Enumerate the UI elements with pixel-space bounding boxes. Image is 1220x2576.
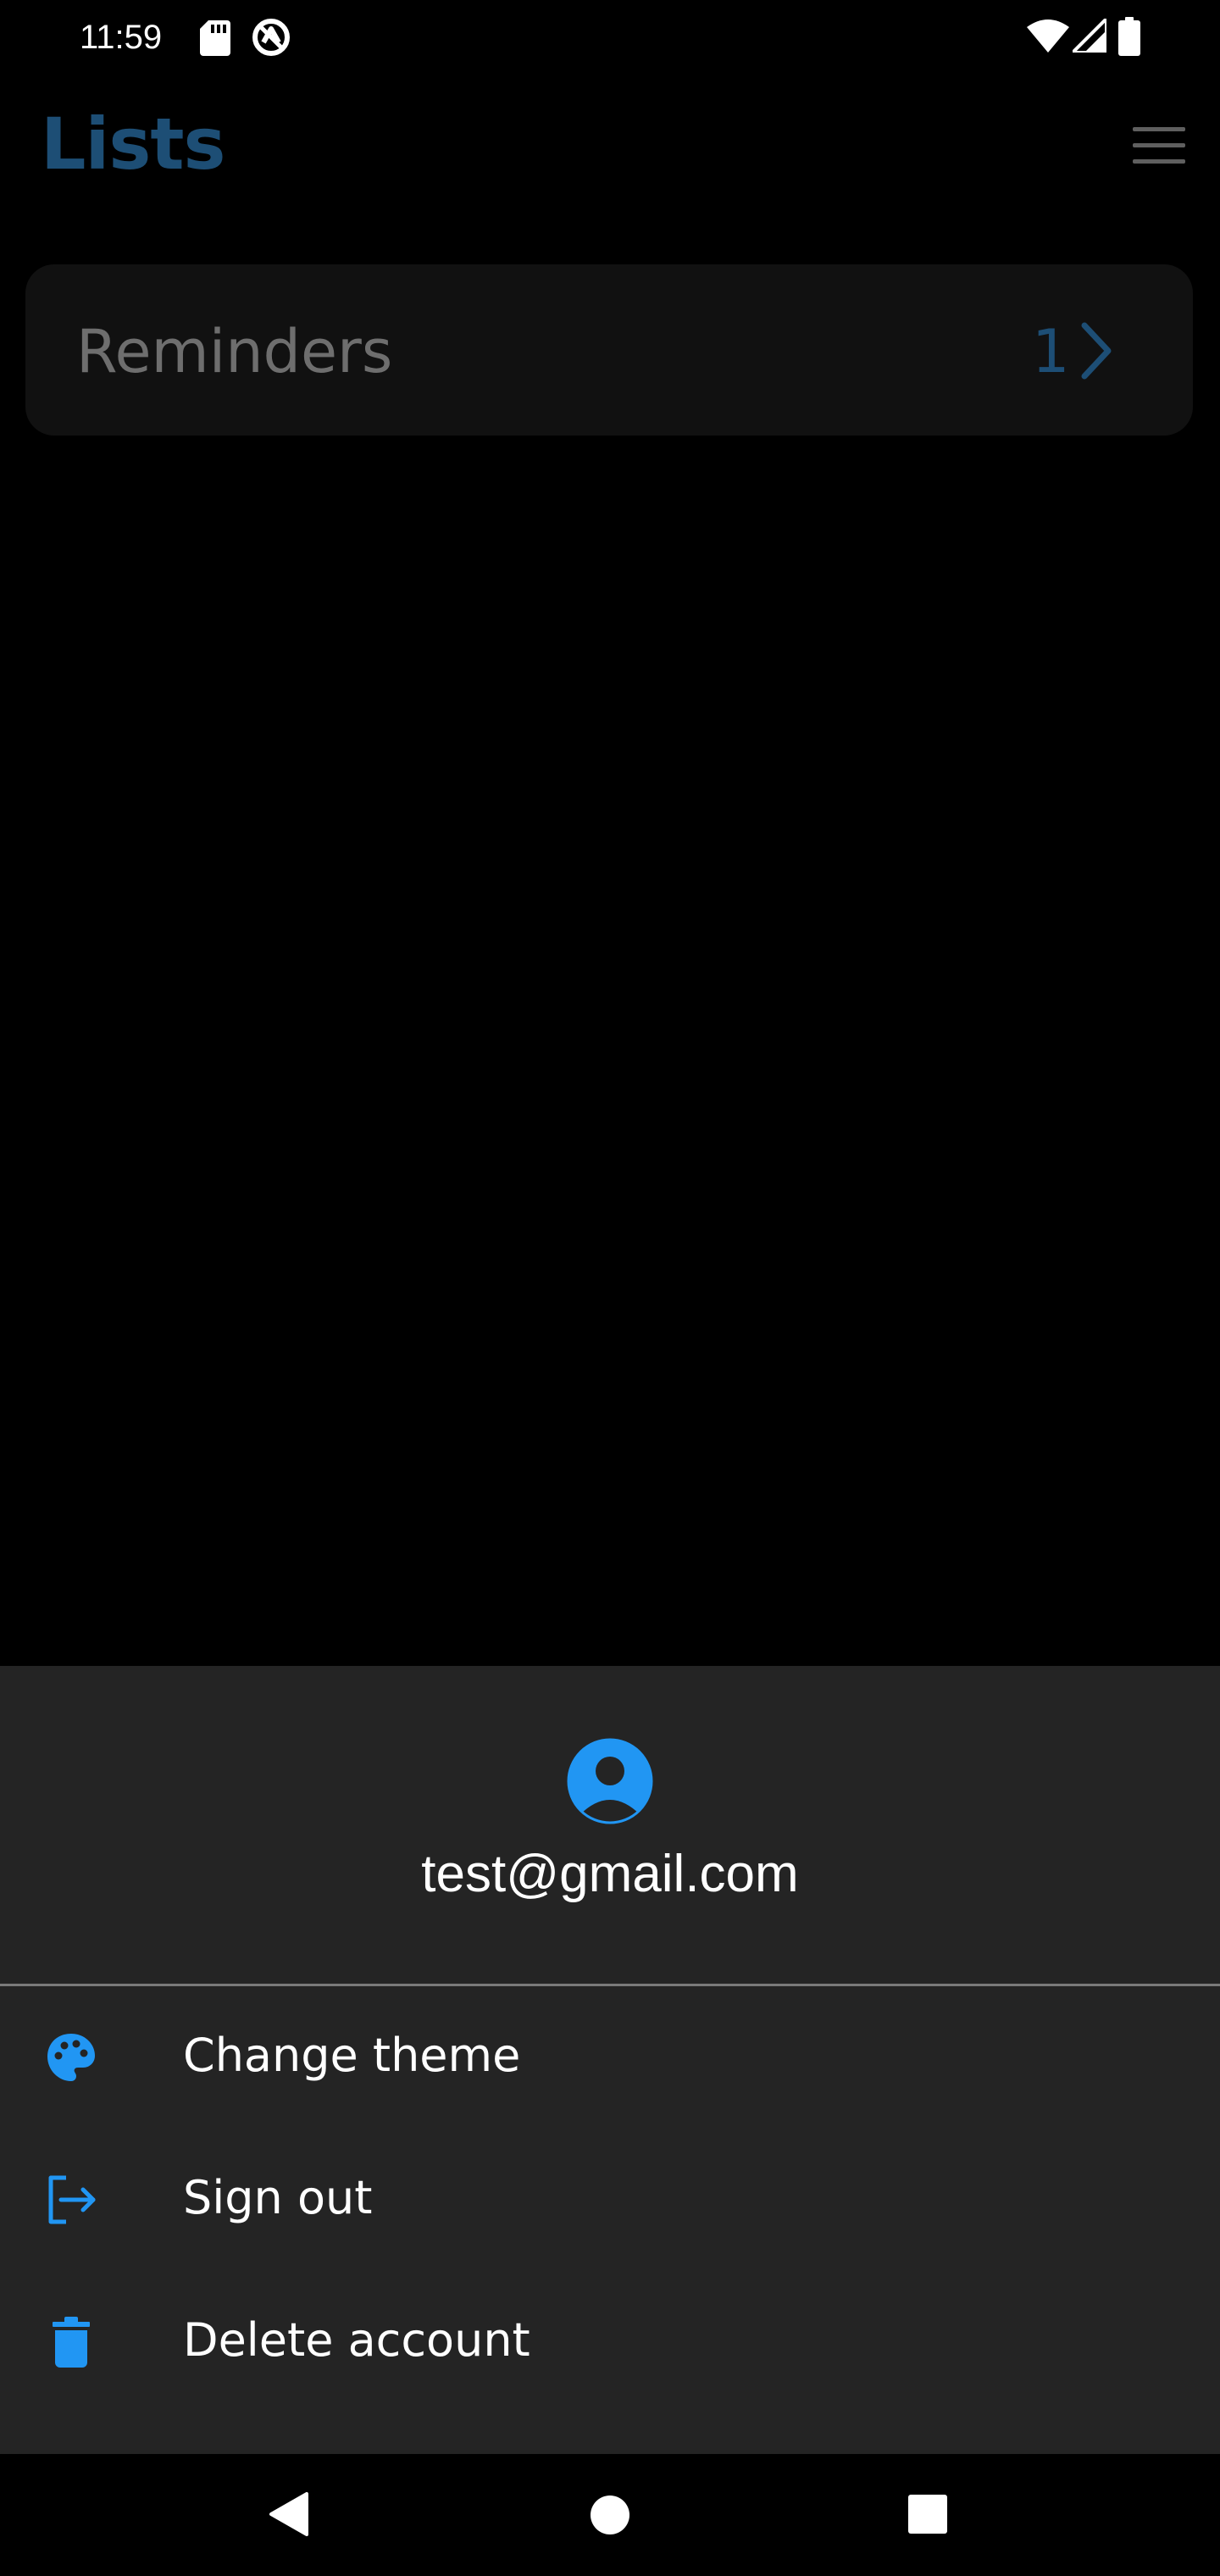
sign-out-button[interactable]: Sign out — [0, 2127, 1220, 2269]
page-title: Lists — [41, 103, 225, 186]
wifi-icon — [1027, 19, 1069, 53]
menu-button[interactable] — [1117, 112, 1201, 180]
status-time: 11:59 — [80, 19, 163, 56]
vpn-icon — [252, 19, 290, 56]
list-count: 1 — [1032, 317, 1070, 386]
account-circle-icon — [567, 1738, 653, 1824]
palette-icon — [47, 2034, 95, 2081]
account-bottom-sheet: test@gmail.com Change theme Sign out Del… — [0, 1666, 1220, 2454]
app-header: Lists — [0, 75, 1220, 219]
delete-account-label: Delete account — [183, 2313, 530, 2367]
hamburger-menu-icon — [1133, 127, 1185, 164]
delete-account-button[interactable]: Delete account — [0, 2269, 1220, 2412]
sd-card-icon — [200, 20, 230, 56]
system-nav-bar — [0, 2454, 1220, 2576]
home-circle-icon[interactable] — [590, 2495, 630, 2535]
signal-icon — [1073, 19, 1106, 53]
trash-icon — [53, 2317, 90, 2368]
list-name: Reminders — [76, 317, 393, 386]
change-theme-button[interactable]: Change theme — [0, 1985, 1220, 2127]
change-theme-label: Change theme — [183, 2029, 521, 2082]
account-header: test@gmail.com — [0, 1666, 1220, 1986]
recents-square-icon[interactable] — [908, 2495, 947, 2534]
status-bar: 11:59 — [0, 0, 1220, 75]
user-email: test@gmail.com — [421, 1845, 799, 1903]
app-screen: 11:59 Lists Reminders 1 test@gmail.com C… — [0, 0, 1220, 2576]
chevron-right-icon — [1081, 322, 1112, 380]
battery-icon — [1118, 17, 1140, 56]
list-card-reminders[interactable]: Reminders 1 — [25, 264, 1193, 436]
back-triangle-icon[interactable] — [268, 2491, 310, 2537]
sign-out-icon — [48, 2175, 96, 2224]
sign-out-label: Sign out — [183, 2171, 373, 2224]
